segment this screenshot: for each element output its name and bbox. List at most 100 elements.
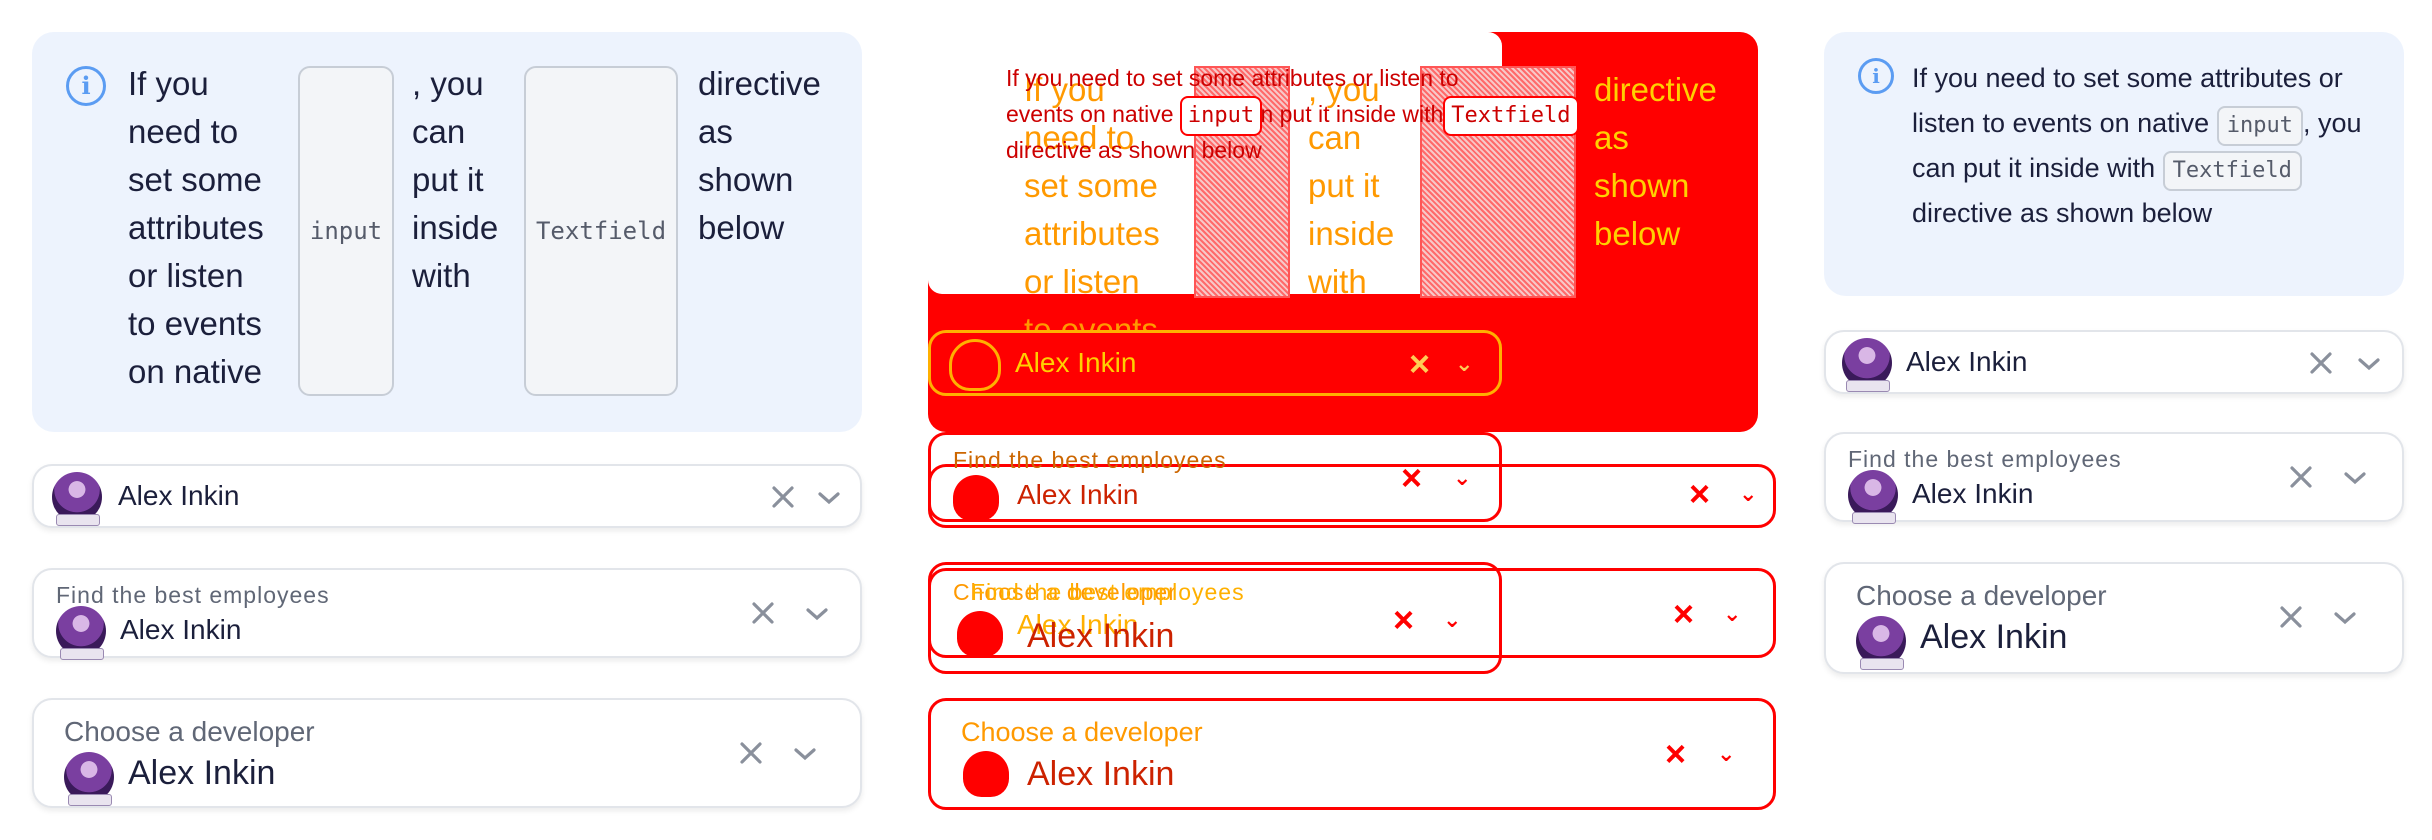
chevron-down-icon[interactable] — [2342, 470, 2368, 486]
clear-icon[interactable] — [2288, 464, 2314, 490]
clear-icon[interactable] — [770, 484, 796, 510]
diff-clear-icon: × — [1665, 733, 1687, 774]
notice-line: attributes — [128, 209, 264, 246]
clear-icon[interactable] — [2278, 604, 2304, 630]
diff-clear-icon: × — [1673, 593, 1695, 634]
diff-select-large: Choose a developer Alex Inkin × ⌄ — [928, 698, 1776, 810]
diff-line: set some — [1024, 167, 1158, 204]
clear-icon[interactable] — [2308, 350, 2334, 376]
diff-notice-small-text: If you need to set some attributes or li… — [1006, 60, 1579, 168]
clear-icon[interactable] — [738, 740, 764, 766]
notice-line: need to — [128, 113, 239, 150]
select-large[interactable]: Choose a developer Alex Inkin — [32, 698, 862, 808]
notice-line: with — [412, 257, 471, 294]
code-textfield: Textfield — [2162, 151, 2302, 191]
notice-text-column-3: directive as shown below — [698, 60, 821, 252]
chevron-down-icon[interactable] — [804, 606, 830, 622]
diff-line: as — [1594, 119, 1629, 156]
code-input: input — [2216, 106, 2303, 146]
notice-line: can — [412, 113, 466, 150]
diff-chevron-icon: ⌄ — [1739, 481, 1758, 506]
avatar — [1848, 470, 1898, 524]
diff-clear-icon: × — [1401, 457, 1423, 498]
select-labeled[interactable]: Find the best employees Alex Inkin — [1824, 432, 2404, 524]
chevron-down-icon[interactable] — [2332, 610, 2358, 626]
notice-line: or listen — [128, 257, 244, 294]
avatar — [1842, 338, 1892, 392]
notice-line: put it — [412, 161, 484, 198]
diff-text-column: directive as shown below — [1594, 66, 1717, 258]
select-value: Alex Inkin — [1912, 478, 2034, 509]
avatar — [56, 606, 106, 660]
notice-line: as — [698, 113, 733, 150]
diff-line: shown — [1594, 167, 1690, 204]
panel-right: i If you need to set some attributes or … — [1806, 0, 2432, 720]
code-textfield: Textfield — [524, 66, 678, 396]
diff-avatar — [949, 339, 1001, 391]
select-value: Alex Inkin — [120, 614, 242, 645]
info-icon: i — [66, 66, 106, 106]
diff-clear-icon: × — [1409, 343, 1431, 384]
diff-chevron-icon: ⌄ — [1455, 351, 1474, 376]
notification: i If you need to set some attributes or … — [32, 32, 862, 432]
avatar — [64, 752, 114, 806]
avatar — [52, 472, 102, 526]
diff-clear-icon: × — [1689, 473, 1711, 514]
diff-clear-icon: × — [1393, 599, 1415, 640]
chevron-down-icon[interactable] — [816, 490, 842, 506]
select-value: Alex Inkin — [128, 754, 276, 792]
diff-chevron-icon: ⌄ — [1717, 741, 1736, 766]
diff-line: with — [1308, 263, 1367, 300]
diff-code-textfield: Textfield — [1443, 96, 1579, 136]
diff-select-value: Alex Inkin — [1015, 347, 1137, 378]
diff-line: or listen — [1024, 263, 1140, 300]
notification: i If you need to set some attributes or … — [1824, 32, 2404, 296]
select-simple[interactable]: Alex Inkin — [1824, 330, 2404, 394]
diff-avatar — [957, 611, 1003, 657]
notice-text: If you need to set some attributes or li… — [1912, 56, 2392, 236]
select-label: Choose a developer — [64, 716, 315, 747]
diff-select-simple: Alex Inkin × ⌄ — [928, 330, 1502, 396]
notice-line: inside — [412, 209, 499, 246]
diff-select-value: Alex Inkin — [1027, 755, 1175, 793]
notice-line: shown — [698, 161, 794, 198]
notice-line: , you — [412, 65, 484, 102]
select-label: Find the best employees — [56, 582, 330, 608]
diff-select-value: Alex Inkin — [1027, 617, 1175, 655]
select-labeled[interactable]: Find the best employees Alex Inkin — [32, 568, 862, 660]
select-value: Alex Inkin — [118, 480, 240, 511]
select-value: Alex Inkin — [1920, 618, 2068, 656]
diff-select-large-small: Choose a developer Find the best employe… — [928, 562, 1502, 674]
notice-text-column-2: , you can put it inside with — [412, 60, 498, 300]
select-value: Alex Inkin — [1906, 346, 2028, 377]
diff-chevron-icon: ⌄ — [1723, 601, 1742, 626]
select-large[interactable]: Choose a developer Alex Inkin — [1824, 562, 2404, 674]
diff-select-value: Alex Inkin — [1017, 479, 1139, 510]
diff-select-label: Choose a developer — [961, 717, 1203, 747]
diff-line: attributes — [1024, 215, 1160, 252]
diff-avatar — [963, 751, 1009, 797]
diff-select-label: Find the best employees — [953, 447, 1227, 473]
notice-text-part: directive as shown below — [1912, 198, 2213, 228]
notice-line: set some — [128, 161, 262, 198]
diff-line: put it — [1308, 167, 1380, 204]
chevron-down-icon[interactable] — [792, 746, 818, 762]
select-simple[interactable]: Alex Inkin — [32, 464, 862, 528]
info-icon: i — [1858, 58, 1894, 94]
panel-left: i If you need to set some attributes or … — [0, 0, 880, 840]
clear-icon[interactable] — [750, 600, 776, 626]
select-label: Find the best employees — [1848, 446, 2122, 472]
panel-diff-overlay: If you need to set some attributes or li… — [896, 0, 1776, 840]
notice-line: below — [698, 209, 785, 246]
diff-chevron-icon: ⌄ — [1453, 465, 1472, 490]
diff-code-input: input — [1179, 96, 1263, 136]
notice-line: on native — [128, 353, 262, 390]
chevron-down-icon[interactable] — [2356, 356, 2382, 372]
notice-line: directive — [698, 65, 821, 102]
diff-avatar — [953, 475, 999, 521]
notice-text-column-1: If you need to set some attributes or li… — [128, 60, 264, 396]
notice-line: If you — [128, 65, 209, 102]
notice-line: to events — [128, 305, 262, 342]
avatar — [1856, 616, 1906, 670]
diff-chevron-icon: ⌄ — [1443, 607, 1462, 632]
